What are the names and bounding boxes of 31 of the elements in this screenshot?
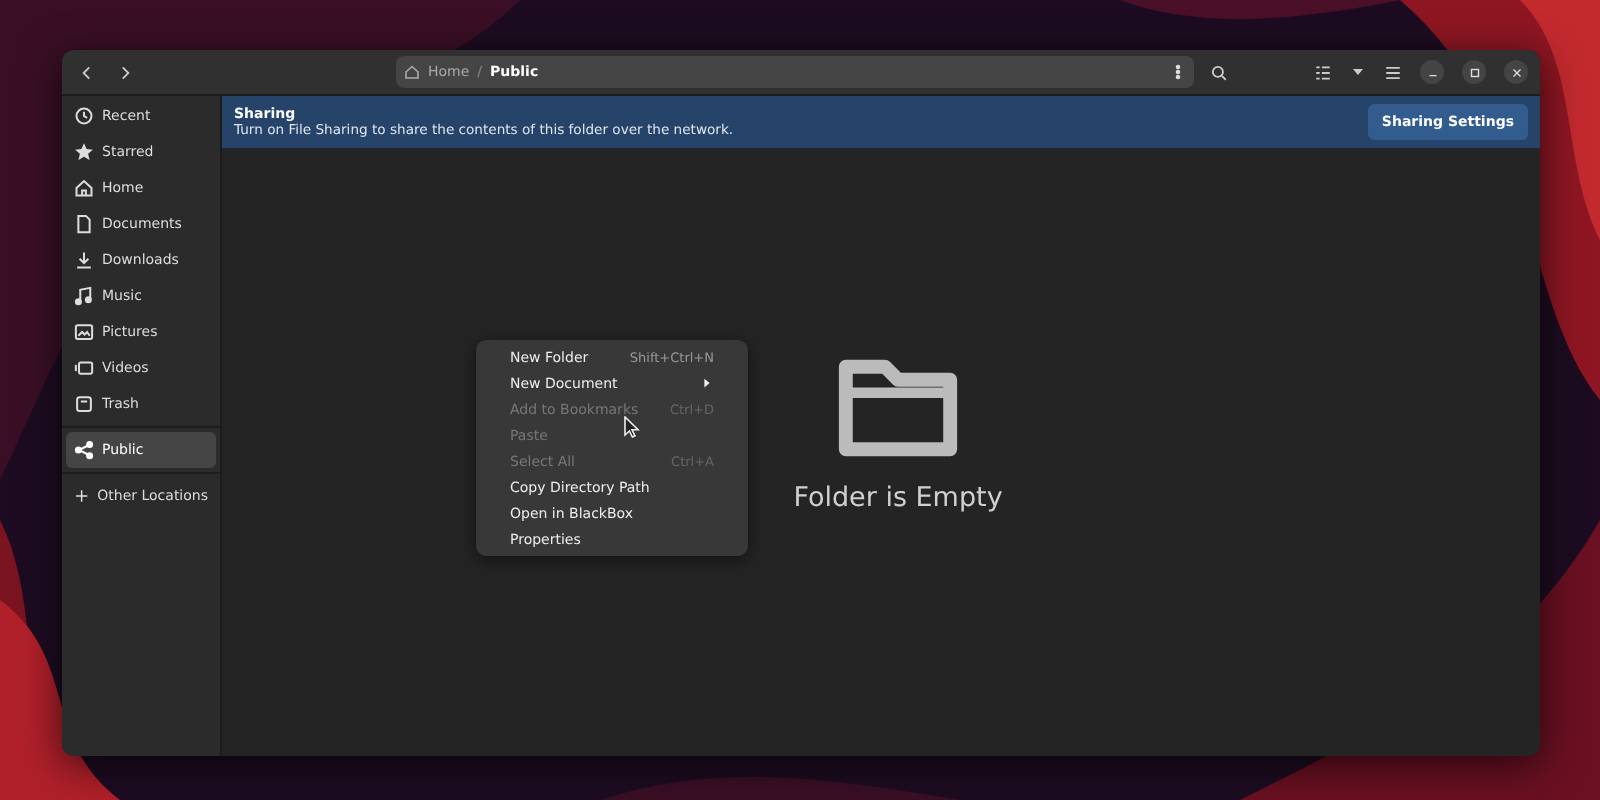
maximize-button[interactable] bbox=[1462, 60, 1486, 84]
submenu-arrow-icon bbox=[700, 376, 714, 390]
kebab-icon bbox=[1170, 64, 1186, 80]
download-icon bbox=[74, 250, 94, 270]
star-icon bbox=[74, 142, 94, 162]
empty-folder-message: Folder is Empty bbox=[793, 482, 1003, 514]
close-button[interactable] bbox=[1504, 60, 1528, 84]
picture-frame-icon bbox=[74, 322, 94, 342]
maximize-icon bbox=[1467, 65, 1481, 79]
minimize-button[interactable] bbox=[1420, 60, 1444, 84]
home-icon bbox=[404, 64, 420, 80]
search-button[interactable] bbox=[1210, 63, 1228, 81]
view-button[interactable] bbox=[1314, 63, 1332, 81]
video-icon bbox=[74, 358, 94, 378]
path-menu-button[interactable] bbox=[1170, 64, 1186, 80]
document-icon bbox=[74, 214, 94, 234]
dropdown-icon bbox=[1350, 64, 1366, 80]
clock-icon bbox=[74, 106, 94, 126]
plus-icon bbox=[74, 486, 90, 506]
search-icon bbox=[1210, 63, 1228, 81]
menu-button[interactable] bbox=[1384, 63, 1402, 81]
list-view-icon bbox=[1314, 63, 1332, 81]
close-icon bbox=[1509, 65, 1523, 79]
home-icon bbox=[74, 178, 94, 198]
folder-icon bbox=[834, 358, 962, 458]
view-options-button[interactable] bbox=[1350, 64, 1366, 80]
share-icon bbox=[74, 440, 94, 460]
trash-icon bbox=[74, 394, 94, 414]
menu-icon bbox=[1384, 63, 1402, 81]
mouse-pointer-icon bbox=[624, 416, 640, 438]
music-icon bbox=[74, 286, 94, 306]
